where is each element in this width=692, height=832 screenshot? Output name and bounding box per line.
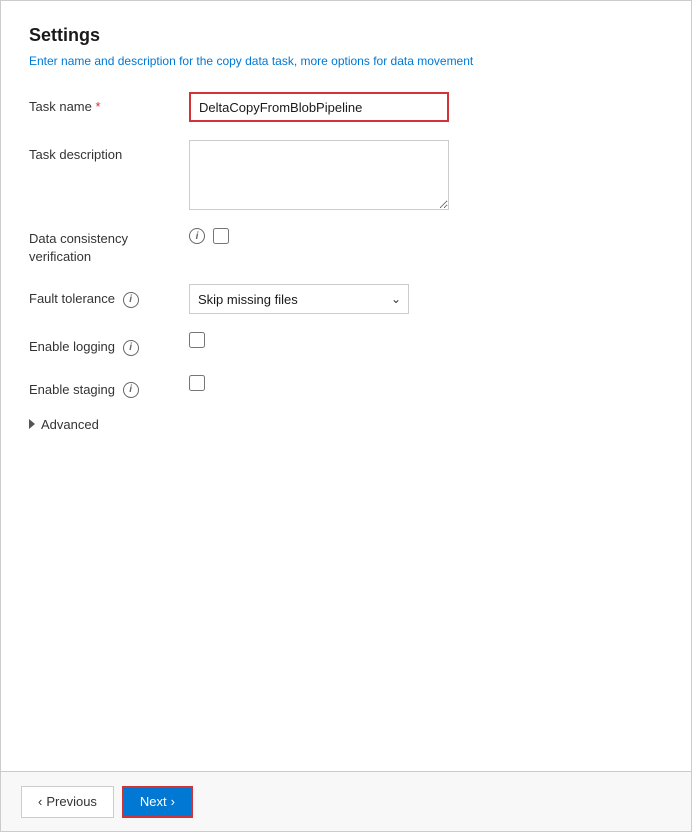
task-description-label: Task description (29, 140, 189, 164)
fault-tolerance-info-icon: i (123, 292, 139, 308)
enable-logging-checkbox-wrapper (189, 332, 205, 348)
page-subtitle: Enter name and description for the copy … (29, 54, 663, 68)
task-description-input[interactable] (189, 140, 449, 210)
task-name-label: Task name * (29, 92, 189, 116)
footer: ‹ Previous Next › (1, 771, 691, 831)
enable-staging-control (189, 375, 663, 391)
next-button[interactable]: Next › (122, 786, 193, 818)
advanced-chevron-icon (29, 419, 35, 429)
enable-staging-label: Enable staging i (29, 375, 189, 399)
fault-tolerance-control: Skip missing files No skip Skip incompat… (189, 284, 663, 314)
fault-tolerance-select-wrapper: Skip missing files No skip Skip incompat… (189, 284, 409, 314)
consistency-info-icon: i (189, 228, 205, 244)
task-description-control (189, 140, 663, 210)
next-label: Next (140, 794, 167, 809)
fault-tolerance-label: Fault tolerance i (29, 284, 189, 308)
task-description-row: Task description (29, 140, 663, 210)
required-star: * (96, 99, 101, 114)
task-name-control (189, 92, 663, 122)
enable-logging-info-icon: i (123, 340, 139, 356)
enable-staging-row: Enable staging i (29, 375, 663, 399)
next-chevron-icon: › (171, 794, 175, 809)
data-consistency-control: i (189, 228, 663, 244)
fault-tolerance-select[interactable]: Skip missing files No skip Skip incompat… (189, 284, 409, 314)
previous-button[interactable]: ‹ Previous (21, 786, 114, 818)
advanced-label: Advanced (41, 417, 99, 432)
enable-logging-row: Enable logging i (29, 332, 663, 356)
enable-staging-info-icon: i (123, 382, 139, 398)
enable-staging-checkbox-wrapper (189, 375, 205, 391)
content-area: Settings Enter name and description for … (1, 1, 691, 771)
data-consistency-checkbox[interactable] (213, 228, 229, 244)
enable-logging-checkbox[interactable] (189, 332, 205, 348)
advanced-row[interactable]: Advanced (29, 417, 663, 432)
data-consistency-row: Data consistency verification i (29, 228, 663, 266)
page-title: Settings (29, 25, 663, 46)
enable-logging-label: Enable logging i (29, 332, 189, 356)
consistency-checkbox-wrapper (213, 228, 229, 244)
enable-staging-checkbox[interactable] (189, 375, 205, 391)
task-name-input[interactable] (189, 92, 449, 122)
data-consistency-label: Data consistency verification (29, 228, 189, 266)
enable-logging-control (189, 332, 663, 348)
settings-window: Settings Enter name and description for … (0, 0, 692, 832)
previous-chevron-icon: ‹ (38, 794, 42, 809)
fault-tolerance-row: Fault tolerance i Skip missing files No … (29, 284, 663, 314)
task-name-row: Task name * (29, 92, 663, 122)
previous-label: Previous (46, 794, 97, 809)
